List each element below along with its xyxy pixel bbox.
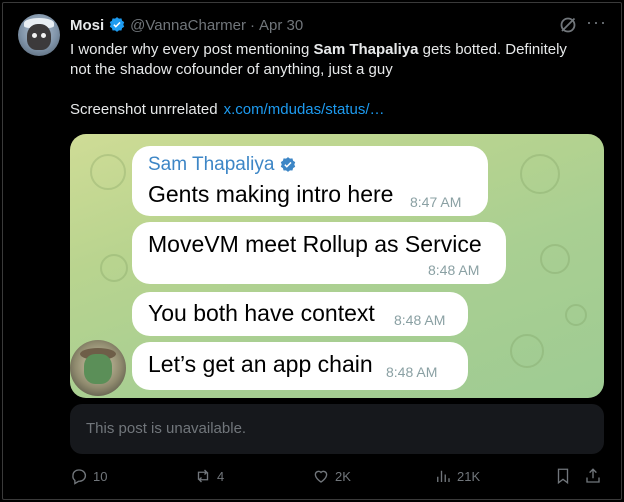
telegram-screenshot[interactable]: Sam Thapaliya Gents making intro here 8:…	[70, 134, 604, 398]
chat-sender-name: Sam Thapaliya	[148, 154, 275, 175]
views-button[interactable]: 21K	[434, 466, 480, 486]
chat-message-time: 8:48 AM	[428, 262, 480, 278]
chat-message-text: You both have context	[148, 300, 375, 326]
chat-sender: Sam Thapaliya	[148, 154, 297, 176]
pattern-doodle	[510, 334, 544, 368]
pattern-doodle	[540, 244, 570, 274]
chat-message-text: MoveVM meet Rollup as Service	[148, 231, 482, 257]
action-bar: 10 4 2K 21K	[70, 466, 610, 486]
avatar-eye	[41, 33, 46, 38]
author-name[interactable]: Mosi	[70, 17, 104, 34]
chat-bubble: Let’s get an app chain 8:48 AM	[132, 342, 468, 390]
author-handle[interactable]: @VannaCharmer	[130, 17, 246, 34]
like-count: 2K	[335, 468, 351, 484]
separator-dot: ·	[250, 16, 256, 34]
pattern-doodle	[565, 304, 587, 326]
verified-badge-icon	[108, 16, 126, 34]
post-text-line3: Screenshot unrrelated x.com/mdudas/status…	[70, 101, 385, 118]
avatar-face	[27, 24, 51, 50]
bookmark-button[interactable]	[554, 466, 572, 486]
chat-message-time: 8:48 AM	[394, 312, 446, 328]
post-text-line2: not the shadow cofounder of anything, ju…	[70, 61, 393, 78]
mention-bold: Sam Thapaliya	[313, 41, 419, 58]
grok-icon[interactable]	[558, 15, 578, 35]
chat-bubble: You both have context 8:48 AM	[132, 292, 468, 336]
post-text: I wonder why every post mentioning Sam T…	[70, 40, 610, 120]
share-icon	[586, 468, 600, 483]
reply-count: 10	[93, 468, 108, 484]
quoted-post-unavailable: This post is unavailable.	[70, 404, 604, 454]
post-link[interactable]: x.com/mdudas/status/…	[224, 101, 385, 118]
avatar-eye	[32, 33, 37, 38]
view-count: 21K	[457, 468, 481, 484]
pattern-doodle	[520, 154, 560, 194]
chat-bubble: MoveVM meet Rollup as Service 8:48 AM	[132, 222, 506, 284]
repost-icon	[197, 469, 209, 483]
chat-message-text: Gents making intro here	[148, 181, 394, 207]
more-options-icon[interactable]: ···	[586, 13, 608, 35]
share-button[interactable]	[584, 466, 602, 486]
chat-message-time: 8:47 AM	[410, 194, 462, 210]
like-button[interactable]: 2K	[312, 466, 351, 486]
sender-verified-icon	[281, 157, 296, 172]
reply-button[interactable]: 10	[70, 466, 107, 486]
heart-icon	[314, 470, 328, 483]
repost-count: 4	[217, 468, 225, 484]
reply-icon	[72, 469, 87, 485]
pattern-doodle	[100, 254, 128, 282]
pattern-doodle	[90, 154, 126, 190]
chat-bubble: Sam Thapaliya Gents making intro here 8:…	[132, 146, 488, 216]
post-text-line1: I wonder why every post mentioning Sam T…	[70, 41, 567, 58]
telegram-sender-avatar	[70, 340, 126, 396]
chat-message-text: Let’s get an app chain	[148, 351, 373, 377]
unavailable-text: This post is unavailable.	[86, 420, 247, 437]
repost-button[interactable]: 4	[194, 466, 224, 486]
views-icon	[437, 470, 450, 482]
author-avatar[interactable]	[18, 14, 60, 56]
avatar-body	[84, 354, 112, 384]
chat-message-time: 8:48 AM	[386, 364, 438, 380]
bookmark-icon	[557, 468, 569, 485]
post-header: Mosi @VannaCharmer · Apr 30	[70, 14, 303, 36]
post-date[interactable]: Apr 30	[259, 17, 303, 34]
